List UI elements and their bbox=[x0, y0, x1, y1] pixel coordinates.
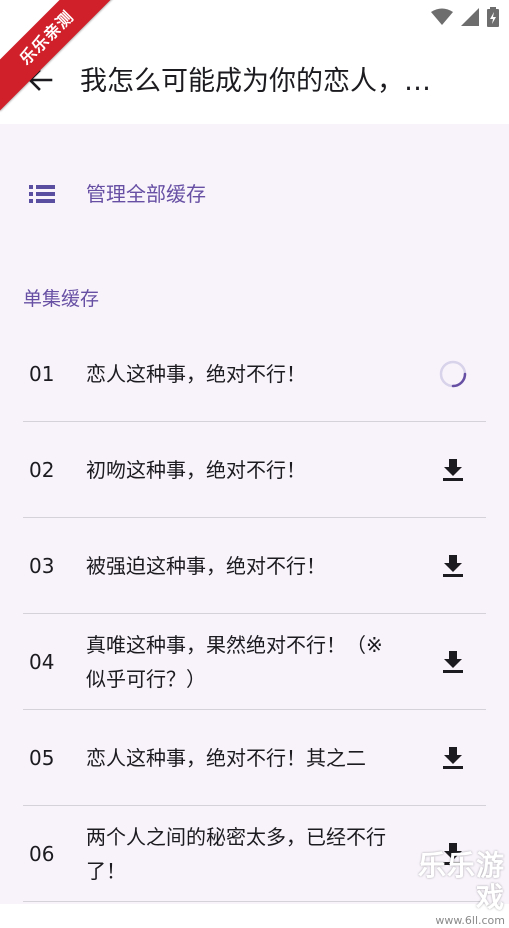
episode-number: 01 bbox=[29, 361, 55, 386]
wifi-icon bbox=[431, 8, 453, 25]
episode-title: 被强迫这种事，绝对不行！ bbox=[86, 553, 326, 578]
episode-title: 恋人这种事，绝对不行！ bbox=[86, 361, 306, 386]
episode-item[interactable]: 05 恋人这种事，绝对不行！其之二 bbox=[23, 710, 486, 806]
watermark-url: www.6ll.com bbox=[435, 914, 505, 927]
episode-number: 04 bbox=[29, 649, 55, 674]
download-button[interactable] bbox=[438, 743, 468, 773]
content-area: 管理全部缓存 单集缓存 01 恋人这种事，绝对不行！ 02 初吻这种事，绝对不行… bbox=[0, 124, 509, 928]
episode-title: 恋人这种事，绝对不行！其之二 bbox=[86, 745, 366, 770]
manage-all-cache-button[interactable]: 管理全部缓存 bbox=[0, 162, 509, 226]
episode-number: 06 bbox=[29, 841, 55, 866]
download-icon bbox=[443, 651, 463, 673]
status-icons bbox=[431, 7, 499, 27]
watermark-logo: 乐乐游戏 www.6ll.com bbox=[393, 850, 505, 928]
download-icon bbox=[443, 747, 463, 769]
episode-item[interactable]: 01 恋人这种事，绝对不行！ bbox=[23, 326, 486, 422]
spinner-icon bbox=[439, 360, 467, 388]
episode-list: 01 恋人这种事，绝对不行！ 02 初吻这种事，绝对不行！ 03 被强迫这种事， bbox=[0, 326, 509, 902]
signal-icon bbox=[461, 8, 479, 26]
episode-title: 初吻这种事，绝对不行！ bbox=[86, 457, 306, 482]
download-icon bbox=[443, 555, 463, 577]
download-icon bbox=[443, 459, 463, 481]
episode-number: 02 bbox=[29, 457, 55, 482]
download-button[interactable] bbox=[438, 551, 468, 581]
battery-icon bbox=[487, 7, 499, 27]
section-title: 单集缓存 bbox=[23, 288, 100, 310]
episode-item[interactable]: 02 初吻这种事，绝对不行！ bbox=[23, 422, 486, 518]
app-bar: 我怎么可能成为你的恋人，… bbox=[0, 34, 509, 124]
download-button[interactable] bbox=[438, 647, 468, 677]
download-button[interactable] bbox=[438, 455, 468, 485]
page-title: 我怎么可能成为你的恋人，… bbox=[80, 66, 431, 97]
episode-title: 两个人之间的秘密太多，已经不行了！ bbox=[86, 824, 386, 883]
watermark-text: 乐乐游戏 bbox=[417, 849, 505, 914]
episode-item[interactable]: 03 被强迫这种事，绝对不行！ bbox=[23, 518, 486, 614]
loading-indicator bbox=[438, 359, 468, 389]
manage-all-cache-label: 管理全部缓存 bbox=[86, 182, 206, 206]
episode-number: 03 bbox=[29, 553, 55, 578]
episode-item[interactable]: 04 真唯这种事，果然绝对不行！（※似乎可行？） bbox=[23, 614, 486, 710]
list-icon bbox=[29, 185, 55, 203]
episode-number: 05 bbox=[29, 745, 55, 770]
episode-title: 真唯这种事，果然绝对不行！（※似乎可行？） bbox=[86, 632, 383, 691]
